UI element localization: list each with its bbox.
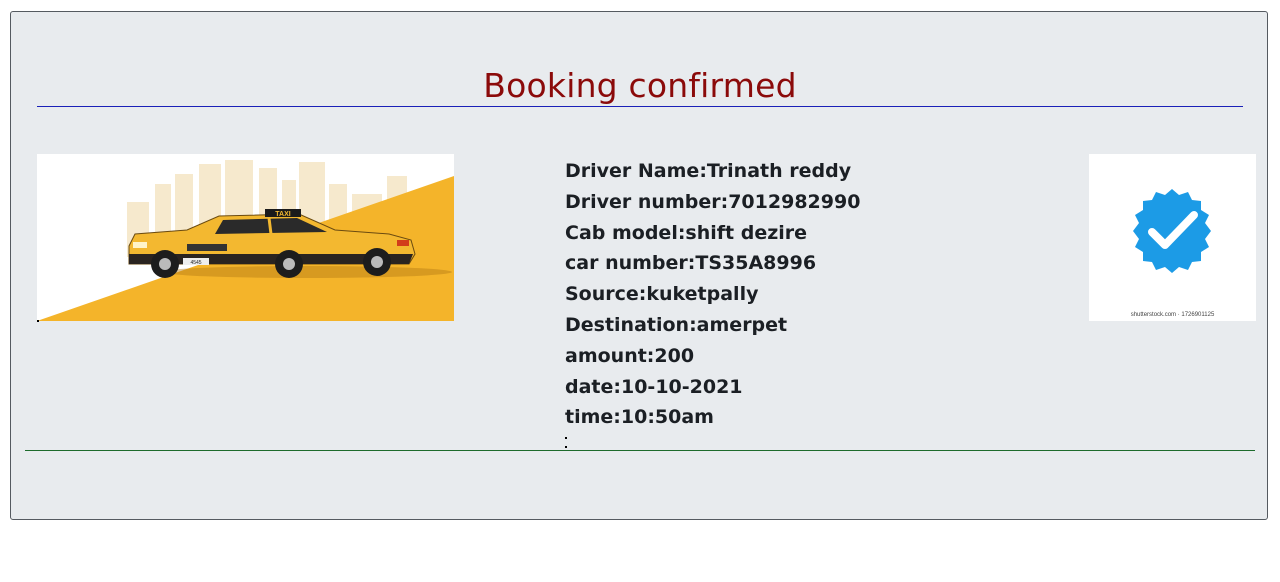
booking-details: Driver Name:Trinath reddy Driver number:… <box>565 156 860 433</box>
title-divider <box>37 106 1243 107</box>
time: time:10:50am <box>565 406 714 429</box>
destination: Destination:amerpet <box>565 313 788 336</box>
page-title: Booking confirmed <box>483 66 797 105</box>
verified-check-icon <box>1133 189 1211 273</box>
stray-dot <box>565 446 567 448</box>
taxi-image: TAXI 4545 <box>37 154 454 321</box>
booking-card: Booking confirmed TAXI 4545 Driver Name:… <box>10 11 1268 520</box>
source: Source:kuketpally <box>565 283 759 306</box>
driver-name: Driver Name:Trinath reddy <box>565 160 852 182</box>
car-number: car number:TS35A8996 <box>565 252 817 275</box>
verified-image: shutterstock.com · 1726901125 <box>1089 154 1256 321</box>
stray-dot <box>565 437 567 439</box>
driver-number: Driver number:7012982990 <box>565 190 861 213</box>
cab-model: Cab model:shift dezire <box>565 221 808 244</box>
svg-text:4545: 4545 <box>190 260 201 266</box>
svg-text:TAXI: TAXI <box>275 211 290 218</box>
amount: amount:200 <box>565 344 695 367</box>
taxi-illustration: TAXI 4545 <box>37 160 454 321</box>
bottom-divider <box>25 450 1255 451</box>
stray-dot <box>37 320 39 322</box>
date: date:10-10-2021 <box>565 375 743 398</box>
watermark-text: shutterstock.com · 1726901125 <box>1130 312 1215 318</box>
